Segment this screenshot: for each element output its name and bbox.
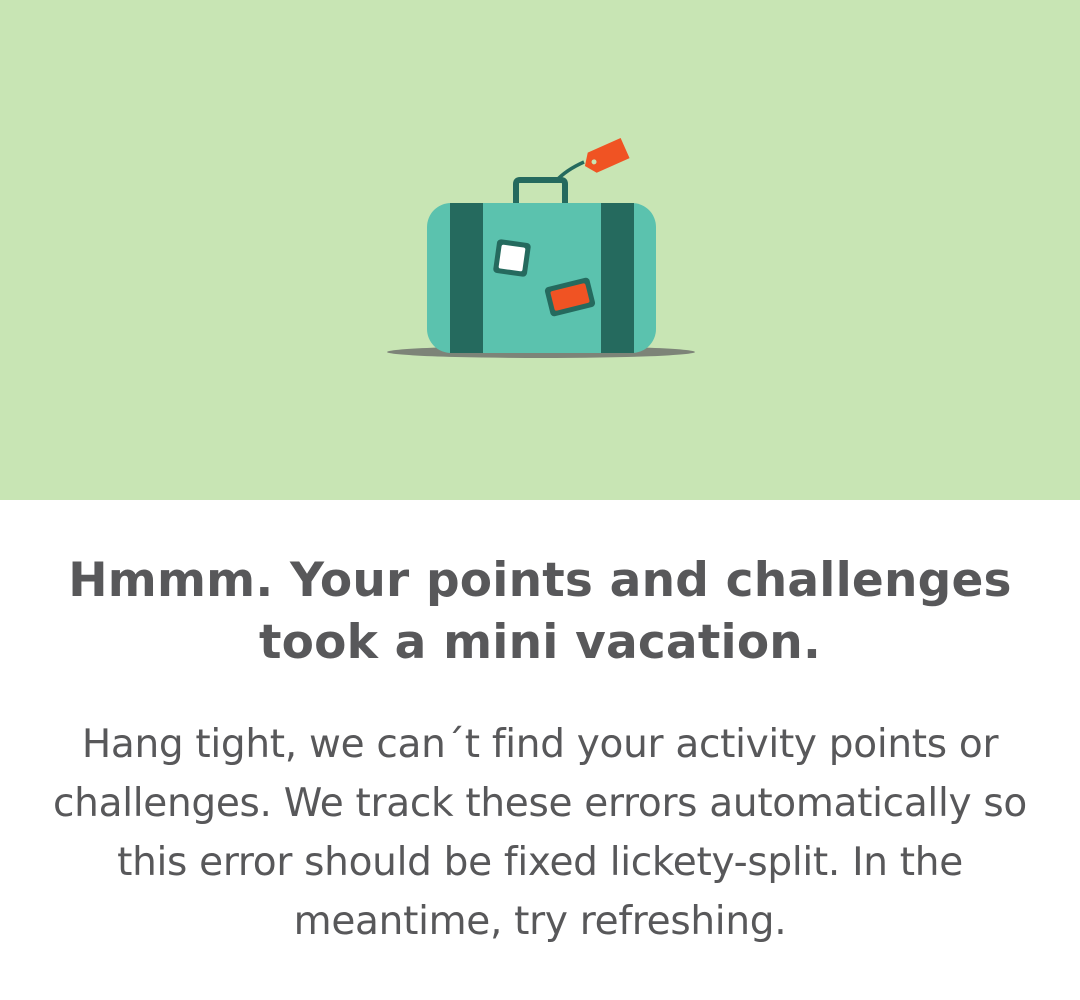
error-message-line: challenges. We track these errors automa…	[53, 781, 1027, 826]
suitcase-illustration	[387, 138, 695, 358]
suitcase-handle	[513, 177, 568, 203]
error-message-line: Hang tight, we can´t find your activity …	[81, 722, 999, 767]
luggage-tag-icon	[584, 138, 630, 173]
error-message-section: Hmmm. Your points and challenges took a …	[0, 500, 1080, 1000]
suitcase-strap-right	[601, 203, 634, 353]
error-title-line: Hmmm. Your points and challenges	[68, 553, 1012, 608]
error-message: Hang tight, we can´t find your activity …	[40, 715, 1040, 951]
suitcase-strap-left	[450, 203, 483, 353]
error-title: Hmmm. Your points and challenges took a …	[60, 550, 1020, 674]
error-illustration-panel	[0, 0, 1080, 500]
error-title-line: took a mini vacation.	[258, 615, 822, 670]
white-sticker-icon	[493, 239, 531, 277]
error-message-line: meantime, try refreshing.	[293, 899, 787, 944]
error-message-line: this error should be fixed lickety-split…	[117, 840, 963, 885]
